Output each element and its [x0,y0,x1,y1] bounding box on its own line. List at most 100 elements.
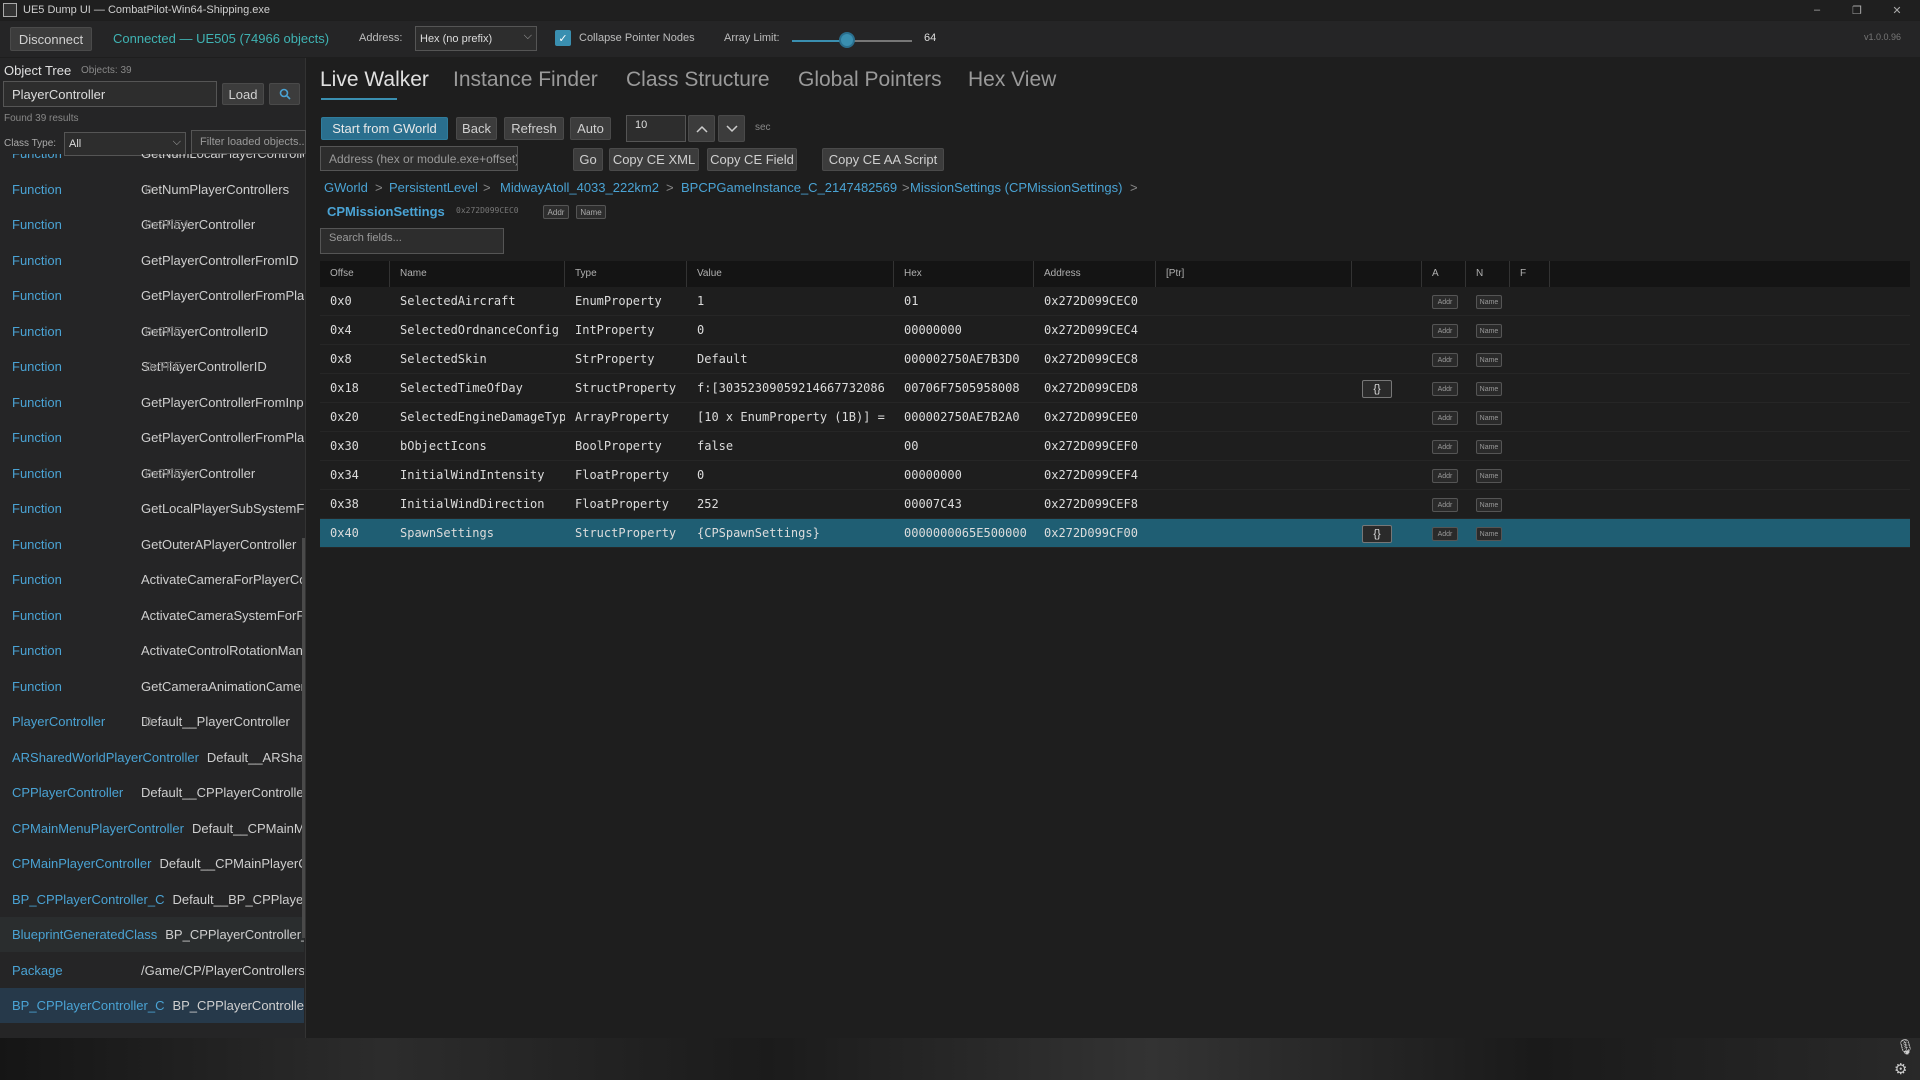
interval-up-button[interactable] [688,115,715,142]
disconnect-button[interactable]: Disconnect [10,27,92,51]
table-row[interactable]: 0x0 SelectedAircraft EnumProperty 1 01 0x272D… [320,287,1910,316]
tree-item[interactable]: Function ActivateCameraSystemForPlayerCon… [0,598,304,633]
auto-button[interactable]: Auto [570,117,611,140]
table-row[interactable]: 0x4 SelectedOrdnanceConfig IntProperty 0 000… [320,316,1910,345]
scrollbar[interactable] [302,538,305,938]
row-addr-button[interactable]: Addr [1432,440,1458,454]
tree-item[interactable]: Function GetPlayerController 0x7FF4 [0,456,304,491]
object-addr-button[interactable]: Addr [543,205,569,219]
row-name-button[interactable]: Name [1476,440,1502,454]
column-header-ptr[interactable]: [Ptr] [1156,261,1352,287]
row-name-button[interactable]: Name [1476,382,1502,396]
field-search-input[interactable]: Search fields... [320,228,504,254]
column-header-name[interactable]: Name [390,261,565,287]
column-header-type[interactable]: Type [565,261,687,287]
search-button[interactable] [269,83,300,105]
column-header-f[interactable]: F [1510,261,1550,287]
breadcrumb-gworld[interactable]: GWorld [324,180,368,195]
row-name-button[interactable]: Name [1476,353,1502,367]
row-addr-button[interactable]: Addr [1432,498,1458,512]
tree-item[interactable]: BP_CPPlayerController_C Default__BP_CPPla… [0,882,304,917]
copy-ce-field-button[interactable]: Copy CE Field [707,148,797,171]
row-name-button[interactable]: Name [1476,498,1502,512]
tab-instance-finder[interactable]: Instance Finder [453,68,598,92]
row-addr-button[interactable]: Addr [1432,382,1458,396]
minimize-button[interactable]: – [1797,0,1837,20]
row-name-button[interactable]: Name [1476,469,1502,483]
tree-item[interactable]: PlayerController Default__PlayerControlle… [0,704,304,739]
column-header-hex[interactable]: Hex [894,261,1034,287]
row-name-button[interactable]: Name [1476,295,1502,309]
column-header-offset[interactable]: Offse [320,261,390,287]
row-addr-button[interactable]: Addr [1432,411,1458,425]
copy-ce-xml-button[interactable]: Copy CE XML [609,148,699,171]
start-from-gworld-button[interactable]: Start from GWorld [321,117,448,140]
breadcrumb-mission-settings[interactable]: MissionSettings (CPMissionSettings) [910,180,1122,195]
row-name-button[interactable]: Name [1476,411,1502,425]
copy-ce-aa-script-button[interactable]: Copy CE AA Script [822,148,944,171]
auto-interval-input[interactable]: 10 [626,115,686,142]
address-format-select[interactable]: Hex (no prefix) ⌵ [415,26,537,51]
tree-item[interactable]: Function GetPlayerControllerFromID [0,243,304,278]
row-addr-button[interactable]: Addr [1432,527,1458,541]
maximize-button[interactable]: ❐ [1837,0,1877,20]
table-row[interactable]: 0x8 SelectedSkin StrProperty Default 0000027… [320,345,1910,374]
filter-input[interactable]: Filter loaded objects... [191,130,306,154]
interval-down-button[interactable] [718,115,745,142]
tree-item[interactable]: Function GetPlayerControllerFromPlatformU… [0,278,304,313]
table-row[interactable]: 0x20 SelectedEngineDamageType ArrayPropert… [320,403,1910,432]
object-search-input[interactable]: PlayerController [3,81,217,107]
tree-item[interactable]: Function GetNumPlayerControllers 0 [0,172,304,207]
row-name-button[interactable]: Name [1476,527,1502,541]
tab-class-structure[interactable]: Class Structure [626,68,770,92]
column-header-n[interactable]: N [1466,261,1510,287]
column-header-value[interactable]: Value [687,261,894,287]
tree-item[interactable]: CPMainMenuPlayerController Default__CPMai… [0,811,304,846]
address-input[interactable]: Address (hex or module.exe+offset) [320,146,518,171]
tree-item[interactable]: Function GetPlayerControllerFromPlatformU… [0,420,304,455]
column-header-address[interactable]: Address [1034,261,1156,287]
tree-item[interactable]: Function ActivateCameraForPlayerControlle… [0,562,304,597]
go-button[interactable]: Go [573,148,603,171]
back-button[interactable]: Back [456,117,497,140]
row-addr-button[interactable]: Addr [1432,295,1458,309]
tab-live-walker[interactable]: Live Walker [320,68,429,92]
gear-icon[interactable]: ⚙ [1894,1060,1907,1078]
breadcrumb-persistent-level[interactable]: PersistentLevel [389,180,478,195]
tab-hex-view[interactable]: Hex View [968,68,1056,92]
object-name-button[interactable]: Name [576,205,606,219]
row-addr-button[interactable]: Addr [1432,353,1458,367]
expand-struct-button[interactable]: {} [1362,525,1392,543]
tree-item[interactable]: Package/Game/CP/PlayerControllers [0,953,304,988]
column-header-a[interactable]: A [1422,261,1466,287]
tree-item[interactable]: CPMainPlayerController Default__CPMainPla… [0,846,304,881]
tree-item[interactable]: Function SetPlayerControllerID 0x7FF [0,349,304,384]
tree-item[interactable]: BP_CPPlayerController_C BP_CPPlayerContro… [0,988,304,1023]
table-row[interactable]: 0x34 InitialWindIntensity FloatProperty 0 00… [320,461,1910,490]
tree-item[interactable]: Function ActivateControlRotationManager [0,633,304,668]
refresh-button[interactable]: Refresh [504,117,564,140]
breadcrumb-game-instance[interactable]: BPCPGameInstance_C_2147482569 [681,180,897,195]
tree-item[interactable]: Function GetCameraAnimationCameraManager [0,669,304,704]
tree-item[interactable]: Function GetPlayerControllerID 0x7FF [0,314,304,349]
table-row[interactable]: 0x18 SelectedTimeOfDay StructProperty f:[30… [320,374,1910,403]
class-type-select[interactable]: All ⌵ [64,132,186,156]
tree-item[interactable]: Function GetLocalPlayerSubSystemFromPlaye… [0,491,304,526]
row-addr-button[interactable]: Addr [1432,324,1458,338]
tab-global-pointers[interactable]: Global Pointers [798,68,942,92]
tree-item[interactable]: BlueprintGeneratedClass BP_CPPlayerContro… [0,917,304,952]
microphone-icon[interactable]: 🎙 [1896,1038,1915,1056]
row-addr-button[interactable]: Addr [1432,469,1458,483]
row-name-button[interactable]: Name [1476,324,1502,338]
load-button[interactable]: Load [222,83,264,105]
tree-item[interactable]: Function GetPlayerController 0x7FF4 [0,207,304,242]
collapse-pointer-checkbox[interactable]: ✓ [555,30,571,46]
close-button[interactable]: ✕ [1877,0,1917,20]
column-header-actions[interactable] [1352,261,1422,287]
table-row[interactable]: 0x40 SpawnSettings StructProperty {CPSpawnS… [320,519,1910,548]
table-row[interactable]: 0x30 bObjectIcons BoolProperty false 00 0x272… [320,432,1910,461]
expand-struct-button[interactable]: {} [1362,380,1392,398]
breadcrumb-midway-atoll[interactable]: MidwayAtoll_4033_222km2 [500,180,659,195]
table-row[interactable]: 0x38 InitialWindDirection FloatProperty 252… [320,490,1910,519]
tree-item[interactable]: Function GetPlayerControllerFromInputDevi… [0,385,304,420]
